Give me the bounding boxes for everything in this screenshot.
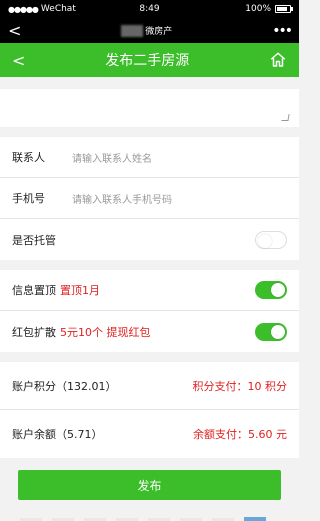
promotion-group: 信息置顶 置顶1月 红包扩散 5元10个 提现红包: [0, 270, 299, 352]
wechat-nav-bar: < 微房产 •••: [0, 18, 299, 43]
phone-row[interactable]: 手机号 请输入联系人手机号码: [0, 178, 299, 219]
custody-row: 是否托管: [0, 219, 299, 260]
contact-group: 联系人 请输入联系人姓名 手机号 请输入联系人手机号码 是否托管: [0, 137, 299, 260]
blurred-name: [121, 24, 144, 37]
phone-input[interactable]: 请输入联系人手机号码: [72, 191, 172, 206]
account-group: 账户积分（132.01） 积分支付：10 积分 账户余额（5.71） 余额支付：…: [0, 362, 299, 458]
phone-label: 手机号: [12, 192, 45, 205]
carrier: ●●●●● WeChat: [8, 4, 76, 14]
screen: ●●●●● WeChat 8:49 100% < 微房产 ••• < 发布二手房…: [0, 0, 299, 521]
back-button[interactable]: <: [12, 51, 25, 70]
balance-row: 账户余额（5.71） 余额支付：5.60 元: [0, 410, 299, 458]
wechat-title: 微房产: [121, 24, 172, 37]
page-title: 发布二手房源: [105, 53, 190, 69]
top-info-highlight: 置顶1月: [60, 284, 100, 297]
more-menu-button[interactable]: •••: [272, 23, 293, 39]
wechat-title-text: 微房产: [145, 27, 173, 37]
custody-toggle[interactable]: [255, 230, 287, 249]
top-info-row: 信息置顶 置顶1月: [0, 270, 299, 311]
red-packet-row: 红包扩散 5元10个 提现红包: [0, 311, 299, 352]
balance-label: 账户余额（5.71）: [12, 428, 103, 441]
points-label: 账户积分（132.01）: [12, 379, 117, 393]
top-info-toggle[interactable]: [255, 281, 287, 299]
description-textarea[interactable]: [0, 89, 299, 127]
wechat-back-button[interactable]: <: [8, 21, 21, 40]
contact-name-input[interactable]: 请输入联系人姓名: [72, 150, 152, 165]
custody-label: 是否托管: [12, 233, 56, 247]
balance-payment: 余额支付：5.60 元: [193, 428, 287, 441]
red-packet-toggle[interactable]: [255, 322, 287, 341]
signal-icon: ●●●●●: [8, 4, 39, 14]
battery-percent: 100%: [245, 4, 271, 14]
red-packet-label: 红包扩散: [12, 325, 56, 339]
home-icon[interactable]: [269, 51, 287, 69]
app-header: < 发布二手房源: [0, 43, 299, 77]
red-packet-highlight: 5元10个 提现红包: [60, 325, 151, 339]
points-payment: 积分支付：10 积分: [192, 379, 288, 393]
points-row: 账户积分（132.01） 积分支付：10 积分: [0, 362, 299, 410]
carrier-name: WeChat: [40, 4, 76, 14]
submit-wrap: 发布: [0, 458, 299, 500]
publish-button[interactable]: 发布: [18, 470, 281, 500]
contact-name-row[interactable]: 联系人 请输入联系人姓名: [0, 137, 299, 178]
battery-icon: [275, 5, 293, 13]
battery-group: 100%: [245, 4, 293, 14]
status-bar: ●●●●● WeChat 8:49 100%: [0, 0, 299, 18]
resize-handle-icon: [281, 114, 290, 121]
contact-name-label: 联系人: [12, 151, 45, 164]
bottom-decoration: [0, 513, 299, 521]
top-info-label: 信息置顶: [12, 284, 56, 297]
